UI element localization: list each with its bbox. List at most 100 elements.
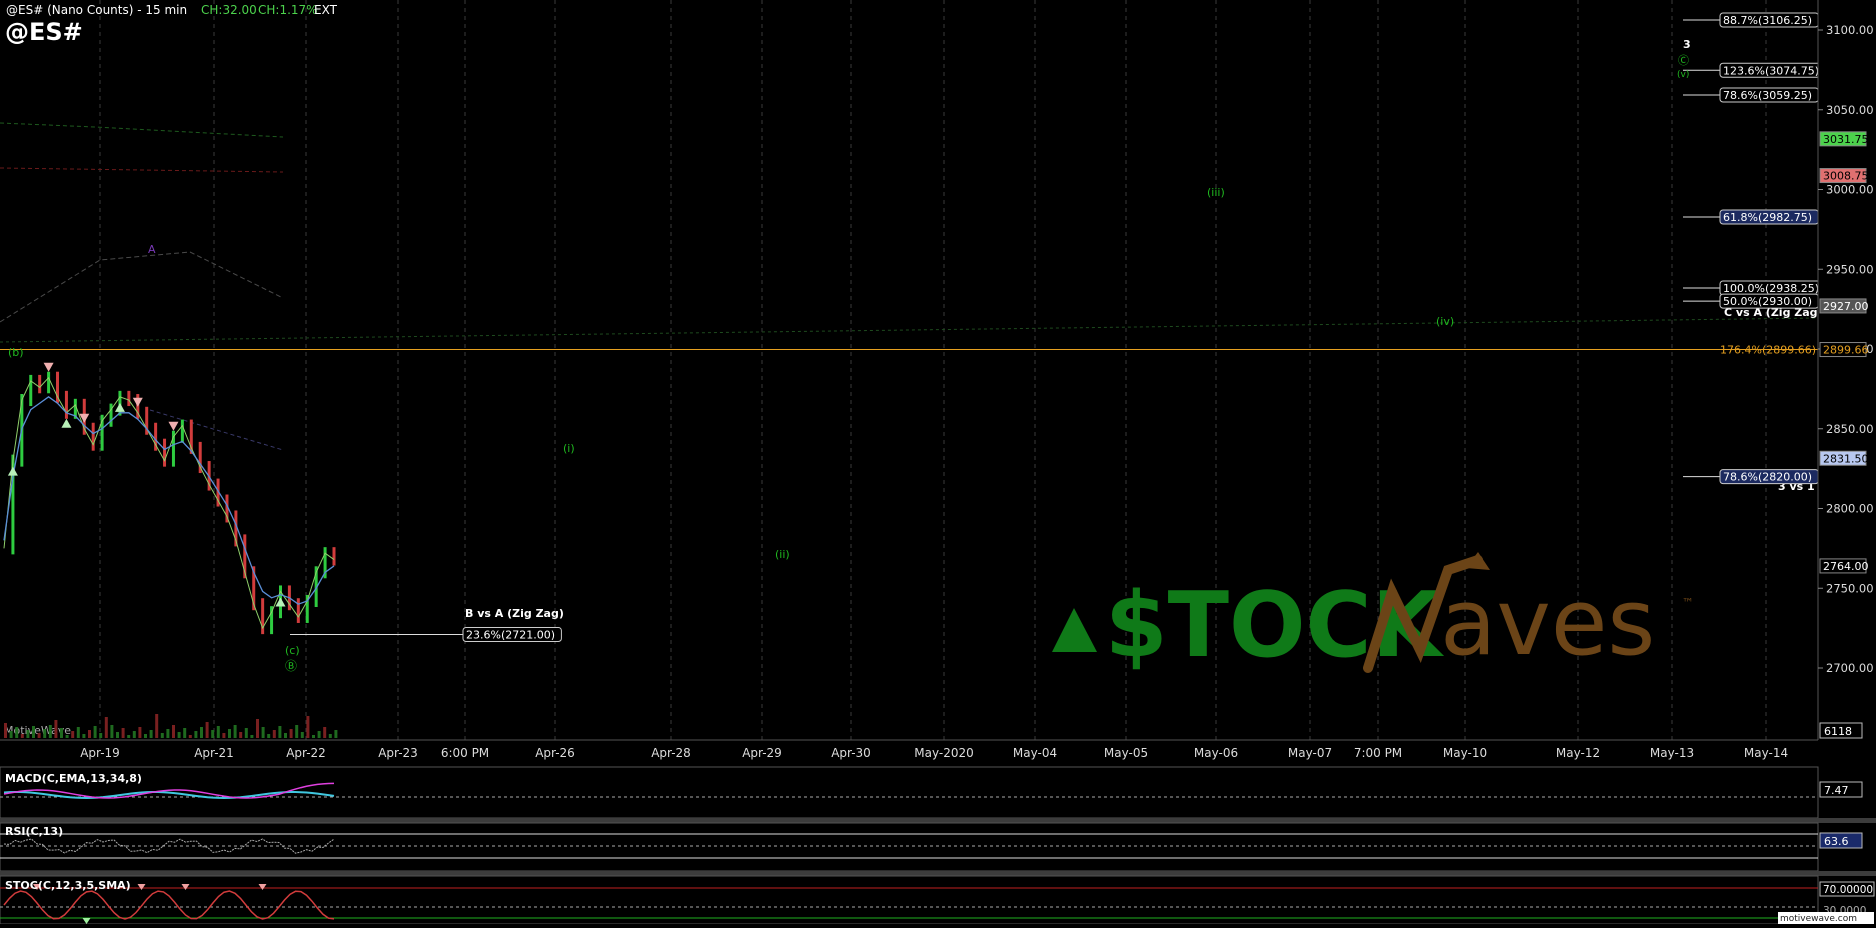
volume-bar <box>32 726 35 738</box>
volume-bar <box>200 727 203 738</box>
volume-bar <box>272 730 276 738</box>
pane-divider-2[interactable] <box>0 871 1876 876</box>
volume-bar <box>121 728 125 738</box>
price-label-text: 2831.50 <box>1823 452 1869 465</box>
price-label-text: 2927.00 <box>1823 300 1869 313</box>
macd-pane[interactable]: MACD(C,EMA,13,34,8) 7.47 <box>0 766 1863 819</box>
price-tick-label: 2750.00 <box>1826 581 1874 595</box>
rsi-value: 63.6 <box>1824 835 1849 848</box>
stoc-high-value: 70.00000 <box>1823 884 1873 896</box>
fib-label-text: 50.0%(2930.00) <box>1723 295 1812 308</box>
time-tick-label: Apr-30 <box>831 746 871 760</box>
volume-bar <box>160 733 164 738</box>
time-tick-label: Apr-29 <box>742 746 782 760</box>
volume-bar <box>334 730 338 738</box>
wave-label-i: (i) <box>563 442 575 455</box>
volume-bar <box>250 735 254 738</box>
volume-bar <box>149 730 153 738</box>
logo-word-waves: aves <box>1440 569 1655 676</box>
volume-bar <box>205 722 209 738</box>
wave-label-A: A <box>148 243 156 256</box>
volume-bar <box>9 731 13 738</box>
time-axis-ticks[interactable]: Apr-19 Apr-21 Apr-22 Apr-23 6:00 PM Apr-26 Apr… <box>80 746 1788 760</box>
volume-bar <box>177 732 181 738</box>
wave-label-3: 3 <box>1683 38 1691 51</box>
fib-label-text: 88.7%(3106.25) <box>1723 14 1812 27</box>
volume-bar <box>93 726 97 738</box>
volume-bar <box>239 732 243 738</box>
wave-label-c: (c) <box>285 644 300 657</box>
wave-label-ii: (ii) <box>775 548 790 561</box>
volume-bar <box>166 729 170 738</box>
macd-value: 7.47 <box>1824 784 1849 797</box>
volume-bar <box>138 727 142 738</box>
volume-bar <box>306 716 310 738</box>
volume-bar <box>278 726 282 738</box>
volume-bar <box>99 733 103 738</box>
volume-bar <box>216 726 220 738</box>
rsi-label: RSI(C,13) <box>5 825 63 838</box>
chart-window: $TOCK aves ™ @ES# (Nano Counts) - 15 min… <box>0 0 1876 925</box>
time-tick-label: May-12 <box>1556 746 1600 760</box>
volume-bar <box>155 714 159 738</box>
volume-bar <box>37 733 41 738</box>
price-tick-label: 3100.00 <box>1826 23 1874 37</box>
price-label-text: 3008.75 <box>1823 170 1869 183</box>
volume-bar <box>261 727 265 738</box>
chart-title: @ES# (Nano Counts) - 15 min <box>6 3 187 17</box>
volume-bar <box>20 734 24 738</box>
volume-bar <box>300 732 304 738</box>
time-tick-label: Apr-28 <box>651 746 691 760</box>
fib-label-text: 61.8%(2982.75) <box>1723 211 1812 224</box>
time-tick-label: May-04 <box>1013 746 1057 760</box>
stoc-pane[interactable]: STOC(C,12,3,5,SMA) 70.00000 30.0000 <box>0 875 1875 925</box>
volume-bar <box>82 734 86 738</box>
price-label-text: 2899.66 <box>1823 344 1869 357</box>
volume-bar <box>317 731 321 738</box>
volume-bar <box>211 730 215 738</box>
rsi-pane[interactable]: RSI(C,13) 63.6 <box>0 822 1863 872</box>
pane-divider-1[interactable] <box>0 818 1876 823</box>
footer-url: motivewave.com <box>1780 914 1857 924</box>
volume-bar <box>65 735 69 738</box>
fib-label-text: 78.6%(2820.00) <box>1723 471 1812 484</box>
orange-level-label: 176.4%(2899.66) <box>1720 344 1816 357</box>
volume-bar <box>188 735 192 738</box>
price-tick-label: 2950.00 <box>1826 262 1874 276</box>
wave-label-iv: (iv) <box>1436 315 1454 328</box>
volume-bar <box>144 734 147 738</box>
price-label-text: 3031.75 <box>1823 133 1869 146</box>
time-tick-label: Apr-23 <box>378 746 418 760</box>
volume-bar <box>132 731 136 738</box>
price-tick-label: 2700.00 <box>1826 661 1874 675</box>
wave-label-b-circled: Ⓑ <box>285 659 297 673</box>
time-tick-label: 7:00 PM <box>1354 746 1402 760</box>
b-vs-a-title: B vs A (Zig Zag) <box>465 607 564 620</box>
volume-bar <box>284 733 287 738</box>
price-tick-label: 3050.00 <box>1826 103 1874 117</box>
volume-bar <box>183 728 187 738</box>
price-label-text: 2764.00 <box>1823 560 1869 573</box>
symbol-label: @ES# <box>5 18 83 46</box>
volume-bar <box>222 733 226 738</box>
time-tick-label: May-07 <box>1288 746 1332 760</box>
volume-bar <box>233 725 237 738</box>
time-tick-label: Apr-22 <box>286 746 326 760</box>
price-chart-svg[interactable]: $TOCK aves ™ @ES# (Nano Counts) - 15 min… <box>0 0 1876 925</box>
volume-bar <box>172 725 175 738</box>
volume-value: 6118 <box>1824 725 1852 738</box>
volume-bar <box>4 723 7 738</box>
price-tick-label: 2850.00 <box>1826 422 1874 436</box>
time-tick-label: May-2020 <box>914 746 973 760</box>
volume-bar <box>88 730 91 738</box>
volume-bar <box>289 729 293 738</box>
volume-bar <box>54 720 58 738</box>
time-tick-label: Apr-21 <box>194 746 234 760</box>
wave-label-iii: (iii) <box>1207 186 1225 199</box>
volume-bar <box>323 727 327 738</box>
volume-bar <box>15 727 19 738</box>
b-vs-a-label: 23.6%(2721.00) <box>466 629 555 642</box>
volume-bar <box>256 719 259 738</box>
logo-tm: ™ <box>1682 596 1694 610</box>
time-tick-label: 6:00 PM <box>441 746 489 760</box>
